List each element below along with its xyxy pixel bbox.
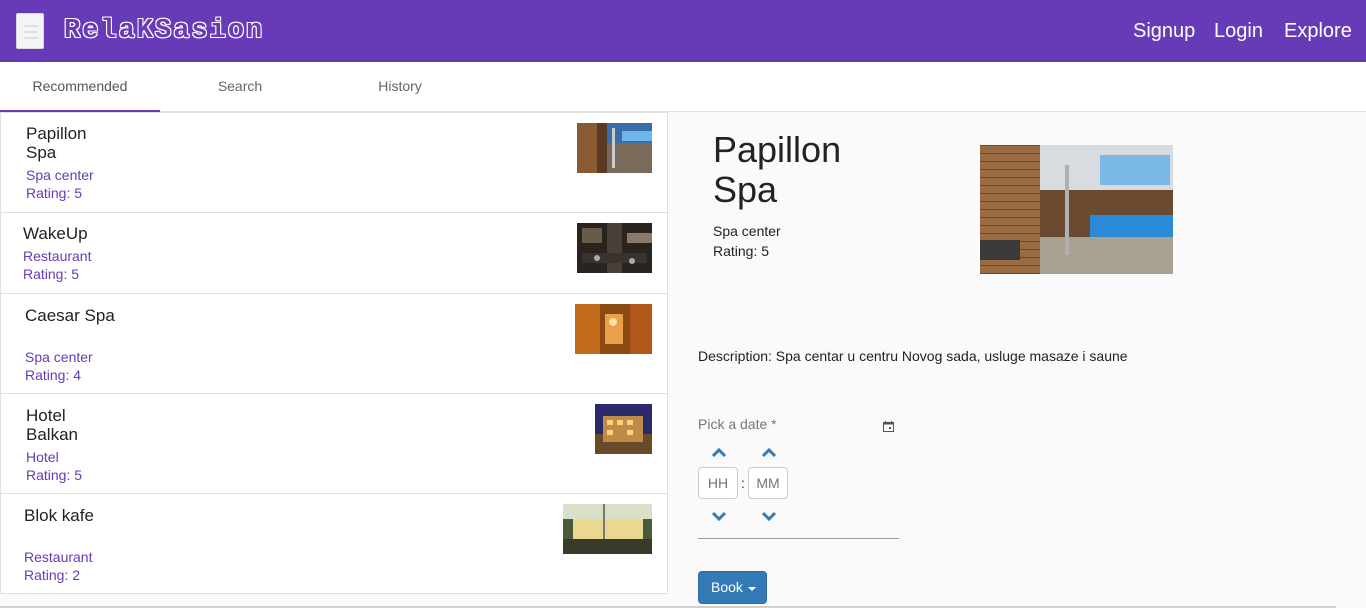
spa-thumbnail-image (575, 304, 652, 354)
hamburger-icon (24, 25, 38, 27)
time-separator: : (741, 475, 745, 491)
tab-recommended[interactable]: Recommended (0, 62, 160, 112)
place-category: Restaurant (24, 549, 93, 565)
minute-input[interactable] (748, 467, 788, 499)
explore-link[interactable]: Explore (1284, 18, 1352, 44)
place-rating: Rating: 5 (26, 467, 83, 483)
detail-description: Description: Spa centar u centru Novog s… (698, 348, 1128, 364)
place-category: Spa center (25, 349, 93, 365)
caret-down-icon (748, 587, 756, 591)
place-name: Hotel Balkan (26, 406, 78, 444)
detail-photo (980, 145, 1173, 274)
place-name: WakeUp (23, 224, 88, 243)
book-button-label: Book (711, 579, 743, 595)
hamburger-icon-bar (24, 37, 38, 39)
place-name: Papillon Spa (26, 124, 87, 162)
list-item-papillon-spa[interactable]: Papillon Spa Spa center Rating: 5 (1, 113, 667, 213)
place-rating: Rating: 5 (26, 185, 83, 201)
hamburger-menu-button[interactable] (16, 13, 44, 49)
hour-increment-chevron-up-icon[interactable] (711, 445, 727, 458)
list-item-caesar-spa[interactable]: Caesar Spa Spa center Rating: 4 (1, 294, 667, 394)
date-picker-label: Pick a date * (698, 416, 777, 432)
list-item-blok-kafe[interactable]: Blok kafe Restaurant Rating: 2 (1, 494, 667, 594)
book-dropdown-button[interactable]: Book (698, 571, 767, 604)
restaurant-thumbnail-image (563, 504, 652, 554)
detail-category: Spa center (713, 223, 781, 239)
place-rating: Rating: 2 (24, 567, 81, 583)
detail-title: Papillon Spa (713, 129, 842, 210)
login-link[interactable]: Login (1214, 18, 1263, 44)
place-name: Caesar Spa (25, 306, 115, 325)
calendar-icon[interactable] (883, 419, 894, 432)
tab-history[interactable]: History (320, 62, 480, 111)
minute-decrement-chevron-down-icon[interactable] (761, 509, 777, 522)
top-app-bar: RelaKSasion Signup Login Explore (0, 0, 1366, 62)
place-rating: Rating: 4 (25, 367, 82, 383)
detail-rating: Rating: 5 (713, 243, 770, 259)
hamburger-icon-bar (24, 31, 38, 33)
list-item-wakeup[interactable]: WakeUp Restaurant Rating: 5 (1, 213, 667, 294)
place-category: Restaurant (23, 248, 92, 264)
hotel-thumbnail-image (595, 404, 652, 454)
place-name: Blok kafe (24, 506, 94, 525)
signup-link[interactable]: Signup (1133, 18, 1195, 44)
tab-bar: Recommended Search History (0, 62, 1366, 112)
place-category: Spa center (26, 167, 94, 183)
date-field-underline (698, 538, 899, 539)
app-logo[interactable]: RelaKSasion (64, 14, 264, 48)
tab-search[interactable]: Search (160, 62, 320, 111)
place-rating: Rating: 5 (23, 266, 80, 282)
minute-increment-chevron-up-icon[interactable] (761, 445, 777, 458)
restaurant-thumbnail-image (577, 223, 652, 273)
spa-thumbnail-image (577, 123, 652, 173)
hour-decrement-chevron-down-icon[interactable] (711, 509, 727, 522)
place-category: Hotel (26, 449, 59, 465)
places-list: Papillon Spa Spa center Rating: 5 WakeUp… (0, 112, 668, 594)
list-item-hotel-balkan[interactable]: Hotel Balkan Hotel Rating: 5 (1, 394, 667, 494)
hour-input[interactable] (698, 467, 738, 499)
